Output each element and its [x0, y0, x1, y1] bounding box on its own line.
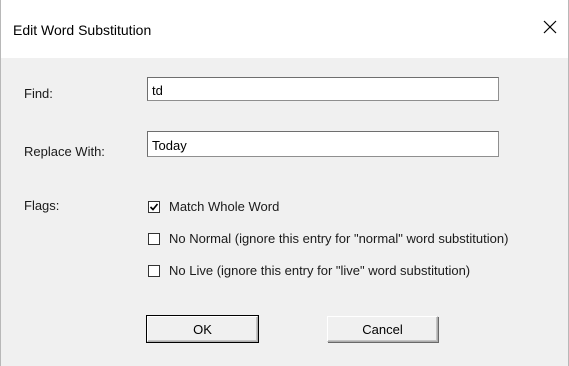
match-whole-word-checkbox-row[interactable]: Match Whole Word — [148, 199, 279, 214]
ok-button[interactable]: OK — [146, 315, 259, 343]
no-live-checkbox[interactable] — [148, 264, 160, 277]
title-bar: Edit Word Substitution — [1, 0, 568, 58]
no-normal-label: No Normal (ignore this entry for "normal… — [169, 231, 509, 246]
dialog-title: Edit Word Substitution — [13, 22, 152, 38]
no-normal-checkbox-row[interactable]: No Normal (ignore this entry for "normal… — [148, 231, 508, 246]
replace-with-input[interactable] — [147, 131, 499, 157]
find-input[interactable] — [147, 77, 499, 101]
edit-word-substitution-dialog: Edit Word Substitution Find: Replace Wit… — [0, 0, 569, 366]
checkmark-icon — [149, 202, 159, 211]
match-whole-word-checkbox[interactable] — [148, 200, 160, 213]
no-live-label: No Live (ignore this entry for "live" wo… — [169, 263, 471, 278]
replace-with-label: Replace With: — [24, 144, 105, 159]
flags-label: Flags: — [24, 198, 60, 213]
close-icon — [543, 20, 557, 39]
cancel-button[interactable]: Cancel — [327, 316, 438, 342]
find-label: Find: — [24, 86, 53, 101]
match-whole-word-label: Match Whole Word — [169, 199, 280, 214]
no-live-checkbox-row[interactable]: No Live (ignore this entry for "live" wo… — [148, 263, 470, 278]
close-button[interactable] — [532, 13, 568, 45]
no-normal-checkbox[interactable] — [148, 232, 160, 245]
